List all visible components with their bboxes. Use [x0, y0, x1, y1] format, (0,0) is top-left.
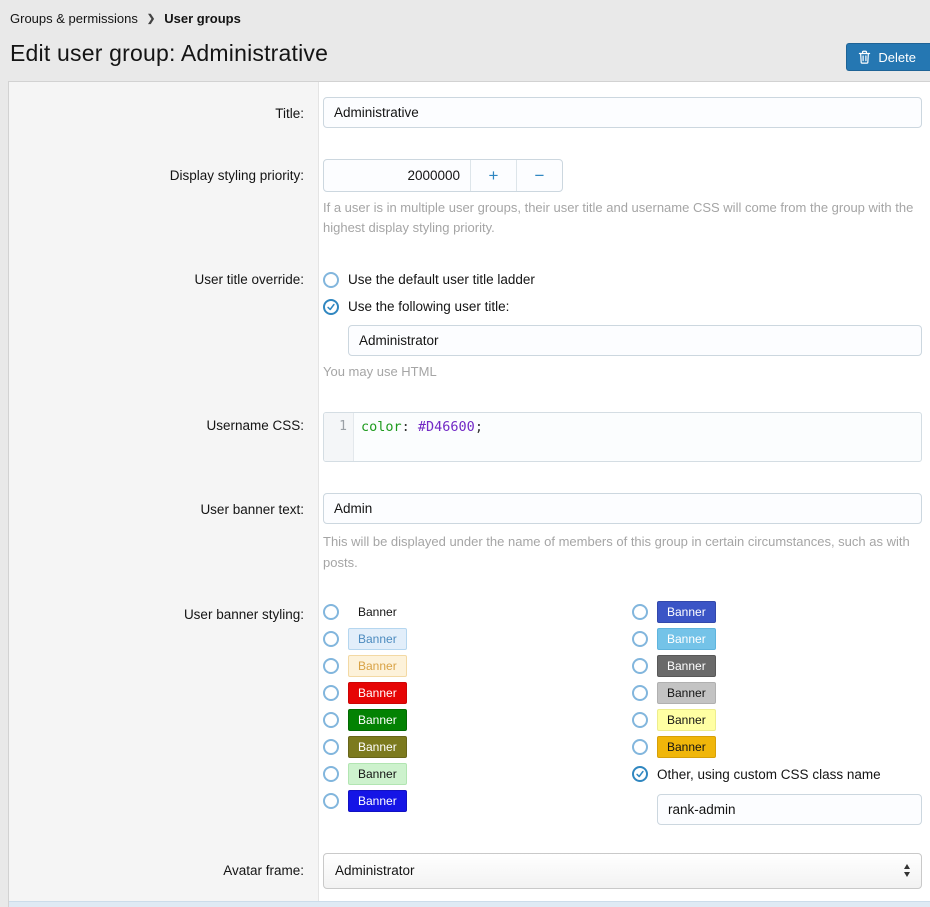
banner-preview-lightgreen: Banner — [348, 763, 407, 785]
form-row-display-styling-priority: Display styling priority: + − If a user … — [9, 146, 930, 248]
form-row-avatar-frame: Avatar frame: Administrator — [9, 837, 930, 901]
banner-style-option[interactable]: Banner — [323, 626, 632, 653]
banner-preview-none: Banner — [348, 601, 407, 623]
custom-css-class-input[interactable] — [657, 794, 922, 825]
radio-unchecked-icon[interactable] — [323, 739, 339, 755]
form-row-user-banner-text: User banner text: This will be displayed… — [9, 478, 930, 584]
breadcrumb-groups-permissions[interactable]: Groups & permissions — [10, 11, 138, 26]
radio-unchecked-icon[interactable] — [632, 658, 648, 674]
radio-unchecked-icon[interactable] — [632, 712, 648, 728]
banner-style-option[interactable]: Banner — [323, 707, 632, 734]
username-css-editor[interactable]: 1 color: #D46600; — [323, 412, 922, 462]
user-title-hint: You may use HTML — [323, 362, 922, 382]
banner-preview-gold: Banner — [657, 736, 716, 758]
radio-unchecked-icon[interactable] — [323, 658, 339, 674]
breadcrumb-user-groups[interactable]: User groups — [164, 11, 241, 26]
option-following-user-title-label: Use the following user title: — [348, 299, 509, 314]
radio-unchecked-icon[interactable] — [632, 631, 648, 647]
banner-style-option[interactable]: Banner — [323, 680, 632, 707]
code-line: color: #D46600; — [354, 413, 483, 461]
radio-unchecked-icon[interactable] — [323, 604, 339, 620]
decrement-button[interactable]: − — [516, 160, 562, 191]
form-row-title: Title: — [9, 82, 930, 146]
banner-style-option[interactable]: Banner — [632, 626, 922, 653]
css-token-property: color — [361, 419, 402, 435]
banner-style-option[interactable]: Banner — [632, 734, 922, 761]
banner-preview-yellow: Banner — [657, 709, 716, 731]
page-title: Edit user group: Administrative — [10, 40, 930, 67]
code-line-number: 1 — [324, 413, 354, 461]
delete-button-label: Delete — [878, 50, 916, 65]
username-css-label: Username CSS: — [9, 392, 319, 478]
priority-stepper: + − — [323, 159, 563, 192]
radio-unchecked-icon[interactable] — [323, 631, 339, 647]
banner-preview-skyblue: Banner — [657, 628, 716, 650]
banner-preview-olive: Banner — [348, 736, 407, 758]
radio-unchecked-icon[interactable] — [632, 739, 648, 755]
avatar-frame-select[interactable]: Administrator — [323, 853, 922, 889]
banner-style-option[interactable]: Banner — [323, 788, 632, 815]
radio-unchecked-icon[interactable] — [323, 712, 339, 728]
avatar-frame-selected-value: Administrator — [335, 863, 415, 878]
form-row-user-banner-styling: User banner styling: Banner Banner Banne — [9, 585, 930, 837]
option-default-title-ladder[interactable]: Use the default user title ladder — [323, 266, 922, 293]
user-banner-text-input[interactable] — [323, 493, 922, 524]
banner-style-option[interactable]: Banner — [632, 680, 922, 707]
form-row-user-title-override: User title override: Use the default use… — [9, 248, 930, 392]
delete-button[interactable]: Delete — [846, 43, 930, 71]
priority-input[interactable] — [324, 160, 470, 191]
banner-styles-left-column: Banner Banner Banner Banner — [323, 599, 632, 825]
page-header: Edit user group: Administrative Delete — [0, 34, 930, 81]
priority-hint: If a user is in multiple user groups, th… — [323, 198, 922, 238]
banner-style-option[interactable]: Banner — [323, 761, 632, 788]
banner-style-option[interactable]: Banner — [632, 707, 922, 734]
radio-unchecked-icon[interactable] — [632, 685, 648, 701]
option-default-title-ladder-label: Use the default user title ladder — [348, 272, 535, 287]
user-banner-text-label: User banner text: — [9, 478, 319, 584]
breadcrumb: Groups & permissions ❯ User groups — [0, 0, 930, 34]
banner-style-option[interactable]: Banner — [632, 599, 922, 626]
banner-preview-cream: Banner — [348, 655, 407, 677]
radio-unchecked-icon[interactable] — [323, 685, 339, 701]
banner-styles-right-column: Banner Banner Banner Banner — [632, 599, 922, 825]
radio-unchecked-icon[interactable] — [632, 604, 648, 620]
other-custom-css-label: Other, using custom CSS class name — [657, 767, 881, 782]
radio-unchecked-icon[interactable] — [323, 766, 339, 782]
banner-preview-gray: Banner — [657, 655, 716, 677]
form-row-username-css: Username CSS: 1 color: #D46600; — [9, 392, 930, 478]
title-label: Title: — [9, 82, 319, 146]
select-arrows-icon — [904, 864, 910, 877]
banner-preview-silver: Banner — [657, 682, 716, 704]
css-token-semicolon: ; — [475, 419, 483, 435]
radio-checked-icon[interactable] — [323, 299, 339, 315]
css-token-hexcolor: #D46600 — [418, 419, 475, 435]
banner-preview-green: Banner — [348, 709, 407, 731]
option-following-user-title[interactable]: Use the following user title: — [323, 293, 922, 320]
chevron-right-icon: ❯ — [147, 14, 155, 25]
edit-user-group-form: Title: Display styling priority: + − If … — [8, 81, 930, 907]
banner-preview-royalblue: Banner — [657, 601, 716, 623]
banner-style-option[interactable]: Banner — [632, 653, 922, 680]
radio-unchecked-icon[interactable] — [323, 793, 339, 809]
radio-checked-icon[interactable] — [632, 766, 648, 782]
next-section-strip — [9, 901, 930, 907]
increment-button[interactable]: + — [470, 160, 516, 191]
banner-preview-lightblue: Banner — [348, 628, 407, 650]
display-styling-priority-label: Display styling priority: — [9, 146, 319, 248]
trash-icon — [858, 50, 871, 64]
user-banner-styling-label: User banner styling: — [9, 585, 319, 837]
user-title-override-label: User title override: — [9, 248, 319, 392]
user-title-input[interactable] — [348, 325, 922, 356]
user-banner-text-hint: This will be displayed under the name of… — [323, 532, 922, 572]
avatar-frame-label: Avatar frame: — [9, 837, 319, 901]
css-token-colon: : — [402, 419, 418, 435]
banner-preview-blue: Banner — [348, 790, 407, 812]
banner-style-option-other[interactable]: Other, using custom CSS class name — [632, 761, 922, 788]
banner-style-option[interactable]: Banner — [323, 599, 632, 626]
radio-unchecked-icon[interactable] — [323, 272, 339, 288]
banner-preview-red: Banner — [348, 682, 407, 704]
banner-style-option[interactable]: Banner — [323, 734, 632, 761]
title-input[interactable] — [323, 97, 922, 128]
banner-style-option[interactable]: Banner — [323, 653, 632, 680]
